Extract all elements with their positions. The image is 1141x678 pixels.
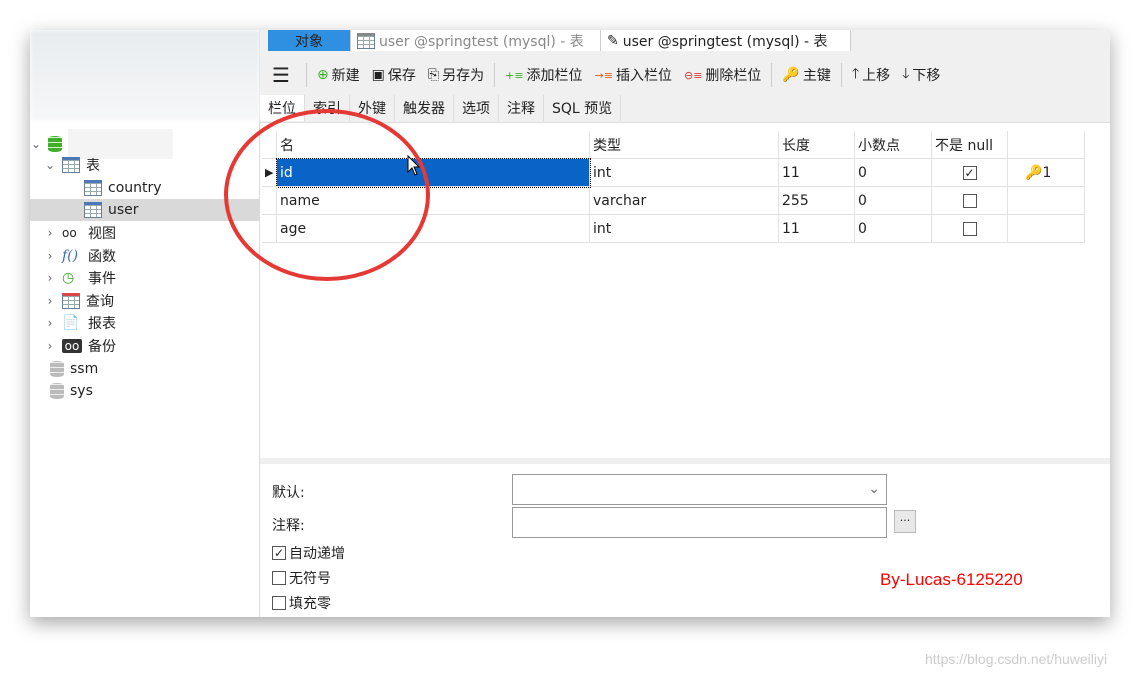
url-watermark: https://blog.csdn.net/huweiliyi xyxy=(925,651,1108,667)
red-circle-annotation xyxy=(224,109,430,281)
annotation-layer xyxy=(224,109,430,281)
